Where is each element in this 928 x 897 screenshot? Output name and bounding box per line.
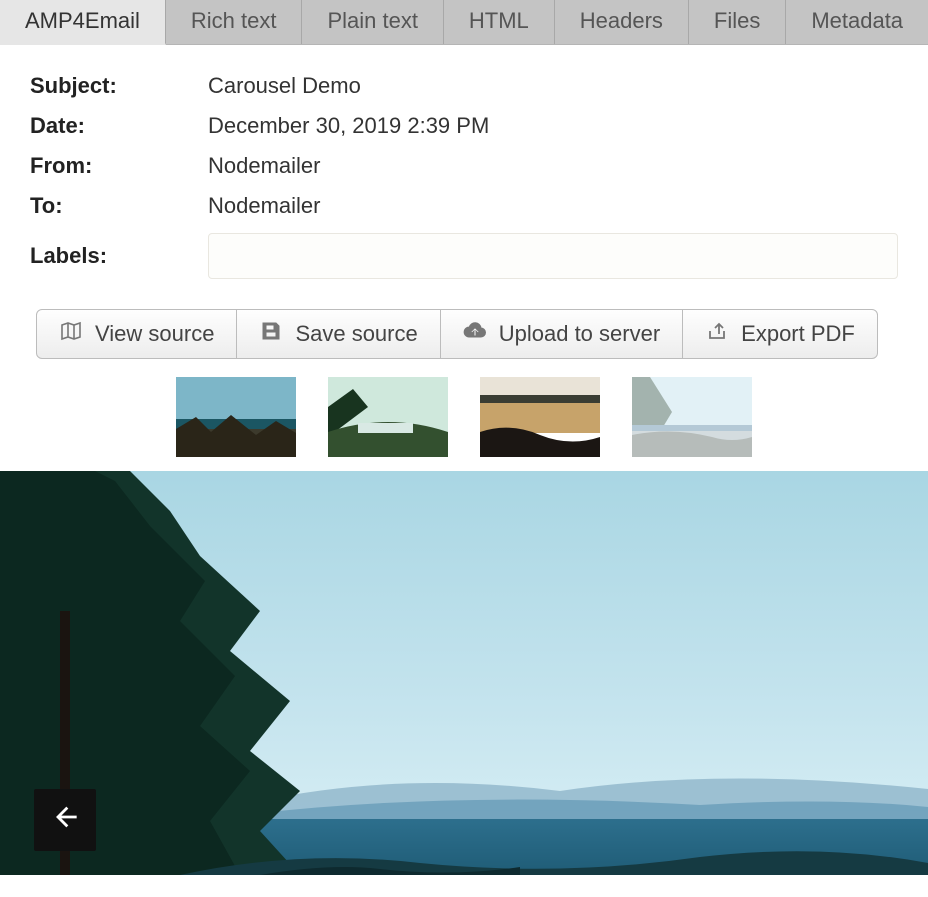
cloud-upload-icon: [463, 319, 487, 349]
thumb-3[interactable]: [480, 377, 600, 457]
arrow-left-icon: [51, 803, 79, 837]
action-toolbar: View source Save source Upload to server…: [0, 309, 928, 377]
tab-label: Headers: [580, 8, 663, 33]
carousel-thumbnails: [0, 377, 928, 471]
tab-plain-text[interactable]: Plain text: [302, 0, 443, 44]
thumb-1[interactable]: [176, 377, 296, 457]
meta-row-to: To: Nodemailer: [30, 193, 898, 219]
button-label: Export PDF: [741, 321, 855, 347]
carousel-image: [0, 471, 928, 875]
export-icon: [705, 319, 729, 349]
subject-value: Carousel Demo: [208, 73, 361, 99]
thumb-4[interactable]: [632, 377, 752, 457]
upload-to-server-button[interactable]: Upload to server: [440, 309, 683, 359]
tab-metadata[interactable]: Metadata: [786, 0, 928, 44]
button-label: Save source: [295, 321, 417, 347]
map-icon: [59, 319, 83, 349]
from-value: Nodemailer: [208, 153, 321, 179]
meta-row-from: From: Nodemailer: [30, 153, 898, 179]
tab-label: Rich text: [191, 8, 277, 33]
tab-bar: AMP4Email Rich text Plain text HTML Head…: [0, 0, 928, 45]
export-pdf-button[interactable]: Export PDF: [682, 309, 878, 359]
date-value: December 30, 2019 2:39 PM: [208, 113, 489, 139]
button-label: View source: [95, 321, 214, 347]
tab-label: AMP4Email: [25, 8, 140, 33]
tab-headers[interactable]: Headers: [555, 0, 689, 44]
tab-html[interactable]: HTML: [444, 0, 555, 44]
from-label: From:: [30, 153, 208, 179]
carousel-prev-button[interactable]: [34, 789, 96, 851]
message-meta: Subject: Carousel Demo Date: December 30…: [0, 45, 928, 309]
tab-label: HTML: [469, 8, 529, 33]
save-icon: [259, 319, 283, 349]
to-label: To:: [30, 193, 208, 219]
save-source-button[interactable]: Save source: [236, 309, 440, 359]
labels-input[interactable]: [208, 233, 898, 279]
tab-label: Files: [714, 8, 760, 33]
tab-label: Plain text: [327, 8, 418, 33]
meta-row-subject: Subject: Carousel Demo: [30, 73, 898, 99]
view-source-button[interactable]: View source: [36, 309, 237, 359]
meta-row-labels: Labels:: [30, 233, 898, 279]
tab-rich-text[interactable]: Rich text: [166, 0, 303, 44]
thumb-2[interactable]: [328, 377, 448, 457]
tab-label: Metadata: [811, 8, 903, 33]
meta-row-date: Date: December 30, 2019 2:39 PM: [30, 113, 898, 139]
to-value: Nodemailer: [208, 193, 321, 219]
carousel-main: [0, 471, 928, 875]
date-label: Date:: [30, 113, 208, 139]
subject-label: Subject:: [30, 73, 208, 99]
tab-amp4email[interactable]: AMP4Email: [0, 0, 166, 45]
tab-files[interactable]: Files: [689, 0, 786, 44]
button-label: Upload to server: [499, 321, 660, 347]
labels-label: Labels:: [30, 243, 208, 269]
